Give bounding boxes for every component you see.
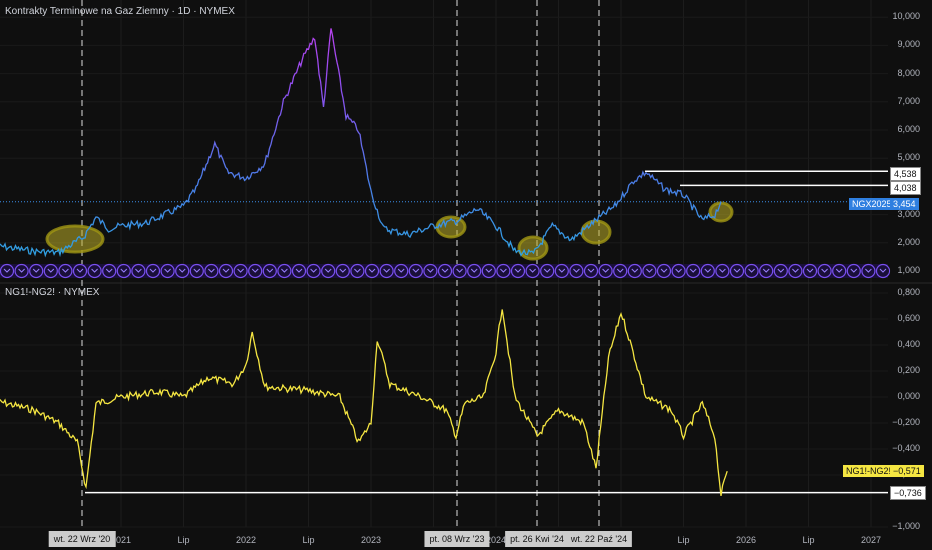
price-axis-tick: 10,000 [892, 11, 920, 22]
level-low-tag: −0,736 [890, 486, 926, 500]
spread-axis-tick: 0,800 [897, 287, 920, 297]
highlight-marker [45, 224, 105, 254]
time-axis-tick: Lip [302, 535, 315, 545]
level-mid-tag: 4,038 [890, 181, 921, 195]
top-pane-title: Kontrakty Terminowe na Gaz Ziemny · 1D ·… [5, 6, 235, 17]
time-axis-tick: 2027 [860, 535, 882, 545]
time-axis-tick: Lip [177, 535, 190, 545]
highlight-marker [708, 201, 734, 223]
chart-window[interactable]: Kontrakty Terminowe na Gaz Ziemny · 1D ·… [0, 0, 932, 550]
symbol-tag: NGX2025 [849, 198, 895, 210]
time-axis-tick: Lip [802, 535, 815, 545]
time-axis-tick: Lip [677, 535, 690, 545]
time-axis-tick: 2023 [360, 535, 382, 545]
spread-axis-tick: 0,600 [897, 313, 920, 323]
price-series-line [0, 28, 722, 258]
spread-axis-tick: −1,000 [892, 521, 920, 531]
time-axis-tick: 2026 [735, 535, 757, 545]
spread-series-line [0, 309, 728, 496]
date-marker-label: wt. 22 Wrz '20 [48, 531, 116, 547]
spread-axis-tick: 0,400 [897, 339, 920, 349]
highlight-marker [580, 219, 612, 245]
date-marker-label: pt. 08 Wrz '23 [424, 531, 490, 547]
bottom-pane-title: NG1!-NG2! · NYMEX [5, 287, 100, 298]
price-axis-tick: 6,000 [897, 124, 920, 134]
spread-axis-tick: 0,000 [897, 391, 920, 401]
spread-axis-tick: 0,200 [897, 365, 920, 375]
price-axis-tick: 7,000 [897, 95, 920, 106]
price-axis-tick: 8,000 [897, 67, 920, 78]
spread-last-tag: −0,571 [890, 465, 924, 477]
price-axis-tick: 9,000 [897, 39, 920, 50]
price-axis-tick: 5,000 [897, 152, 920, 163]
price-axis-tick: 1,000 [897, 265, 920, 275]
price-axis-tick: 3,000 [897, 208, 920, 219]
last-price-tag: 3,454 [890, 198, 919, 210]
date-marker-label: wt. 22 Paź '24 [565, 531, 633, 547]
spread-symbol-tag: NG1!-NG2! [843, 465, 895, 477]
spread-axis-tick: −0,400 [892, 443, 920, 453]
time-axis-tick: 2022 [235, 535, 257, 545]
spread-axis-tick: −0,200 [892, 417, 920, 427]
price-axis-tick: 2,000 [897, 236, 920, 247]
date-marker-label: pt. 26 Kwi '24 [505, 531, 569, 547]
level-high-tag: 4,538 [890, 167, 921, 181]
chart-canvas[interactable] [0, 0, 932, 550]
